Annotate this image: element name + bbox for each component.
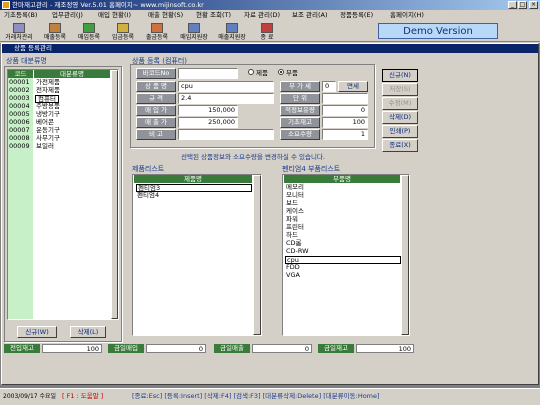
- stock-label: 전입재고: [4, 344, 40, 353]
- menu-sales[interactable]: 매출 현황(S): [148, 10, 183, 21]
- spec-label: 규 격: [136, 93, 176, 104]
- name-field[interactable]: cpu: [178, 81, 274, 92]
- col-product-name[interactable]: 제품명: [134, 175, 252, 183]
- menu-work[interactable]: 업무관리(J): [52, 10, 83, 21]
- menu-homepage[interactable]: 홈페이지(H): [390, 10, 424, 21]
- product-scrollbar[interactable]: [253, 175, 261, 335]
- today-buy-value: 0: [146, 344, 206, 353]
- today-buy-label: 금일매입: [108, 344, 144, 353]
- menu-register[interactable]: 정품등록(E): [340, 10, 373, 21]
- menu-data[interactable]: 자료 관리(D): [244, 10, 280, 21]
- product-list-title: 제품리스트: [132, 165, 165, 173]
- category-title: 상품 대분류명: [6, 57, 47, 65]
- status-shortcuts: [종료:Esc] [등록:Insert] [삭제:F4] [검색:F3] [대분…: [132, 392, 380, 400]
- print-button[interactable]: 인쇄(P): [382, 125, 418, 138]
- new-button[interactable]: 신규(N): [382, 69, 418, 82]
- tool-client[interactable]: 거래처관리: [2, 22, 36, 41]
- vat-label: 부 가 세: [280, 81, 320, 92]
- col-code[interactable]: 코드: [8, 70, 33, 78]
- people-icon: [13, 23, 25, 33]
- part-item-selected[interactable]: cpu: [285, 256, 401, 264]
- safe-stock-label: 적정보유량: [280, 105, 320, 116]
- demo-banner: Demo Version: [378, 23, 498, 39]
- base-stock-field[interactable]: 100: [322, 117, 368, 128]
- status-date: 2003/09/17 수요일: [3, 393, 57, 400]
- base-stock-label: 기초재고: [280, 117, 320, 128]
- vat-field[interactable]: 0: [322, 81, 336, 92]
- delete-button[interactable]: 삭제(D): [382, 111, 418, 124]
- unit-label: 단 위: [280, 93, 320, 104]
- close-form-button[interactable]: 종료(X): [382, 139, 418, 152]
- money-out-icon: [151, 23, 163, 33]
- name-label: 상 품 명: [136, 81, 176, 92]
- truck-icon: [49, 23, 61, 33]
- note-field[interactable]: [178, 129, 274, 140]
- sell-price-label: 매 출 가: [136, 117, 176, 128]
- status-bar: 2003/09/17 수요일 [ F1 : 도움말 ] [종료:Esc] [등록…: [0, 388, 540, 405]
- barcode-field[interactable]: [178, 68, 238, 79]
- unit-field[interactable]: [322, 93, 368, 104]
- tool-exit[interactable]: 종 료: [256, 22, 278, 41]
- save-button[interactable]: 저장(S): [382, 83, 418, 96]
- category-scrollbar[interactable]: [111, 70, 118, 319]
- radio-product[interactable]: [248, 69, 254, 75]
- exit-icon: [261, 23, 273, 33]
- tool-purchase-ledger[interactable]: 매입지원장: [176, 22, 212, 41]
- stock-value: 100: [42, 344, 102, 353]
- col-category-name[interactable]: 대분류명: [34, 70, 110, 78]
- today-sell-value: 0: [252, 344, 312, 353]
- today-stock-value: 100: [356, 344, 414, 353]
- product-item[interactable]: 펜티엄4: [137, 191, 159, 200]
- tool-withdraw[interactable]: 출금등록: [142, 22, 172, 41]
- app-titlebar: 한마재고관리 - 재조정영 Ver.5.01 홈페이지~ www.mijinso…: [0, 0, 540, 10]
- radio-part[interactable]: [278, 69, 284, 75]
- buy-price-label: 매 입 가: [136, 105, 176, 116]
- need-qty-label: 소요수량: [280, 129, 320, 140]
- sell-price-field[interactable]: 250,000: [178, 117, 238, 128]
- safe-stock-field[interactable]: 0: [322, 105, 368, 116]
- ledger-icon: [226, 23, 238, 33]
- today-sell-label: 금일매출: [214, 344, 250, 353]
- col-part-name[interactable]: 부품명: [284, 175, 400, 183]
- radio-product-label: 제품: [256, 69, 268, 77]
- edit-button[interactable]: 수정(M): [382, 97, 418, 110]
- buy-price-field[interactable]: 150,000: [178, 105, 238, 116]
- parts-scrollbar[interactable]: [401, 175, 409, 335]
- category-new-button[interactable]: 신규(W): [17, 326, 57, 338]
- part-item[interactable]: VGA: [286, 271, 300, 280]
- maximize-button[interactable]: □: [518, 1, 527, 9]
- window-title: 상품 등록관리: [2, 44, 538, 53]
- cart-icon: [83, 23, 95, 33]
- tool-sales[interactable]: 매출등록: [40, 22, 70, 41]
- need-qty-field[interactable]: 1: [322, 129, 368, 140]
- category-delete-button[interactable]: 삭제(L): [70, 326, 106, 338]
- menu-basic[interactable]: 기초등록(B): [4, 10, 37, 21]
- note-label: 비 고: [136, 129, 176, 140]
- close-button[interactable]: ×: [529, 1, 538, 9]
- radio-part-label: 부품: [286, 69, 298, 77]
- money-in-icon: [117, 23, 129, 33]
- notice-text: 선택된 상품정보와 소요수량을 변경하실 수 있습니다.: [181, 153, 325, 161]
- vat-type-button[interactable]: 면세: [338, 81, 368, 92]
- today-stock-label: 금일재고: [318, 344, 354, 353]
- list-item[interactable]: 00009 보일러: [9, 142, 54, 151]
- minimize-button[interactable]: _: [508, 1, 517, 9]
- ledger-icon: [188, 23, 200, 33]
- barcode-label: 바코드No: [136, 68, 176, 79]
- tool-sales-ledger[interactable]: 매출지원장: [214, 22, 250, 41]
- menu-status[interactable]: 현황 조회(T): [196, 10, 231, 21]
- tool-purchase[interactable]: 매입등록: [74, 22, 104, 41]
- menu-aux[interactable]: 보조 관리(A): [292, 10, 328, 21]
- parts-list-title: 펜티엄4 부품리스트: [282, 165, 341, 173]
- status-help: [ F1 : 도움말 ]: [62, 392, 104, 400]
- tool-deposit[interactable]: 입금등록: [108, 22, 138, 41]
- spec-field[interactable]: 2.4: [178, 93, 274, 104]
- app-icon: [2, 1, 10, 9]
- menu-purchase[interactable]: 매입 현황(I): [98, 10, 131, 21]
- part-item[interactable]: CD-RW: [286, 247, 309, 256]
- app-title: 한마재고관리 - 재조정영 Ver.5.01 홈페이지~ www.mijinso…: [12, 1, 204, 9]
- menu-bar: 기초등록(B) 업무관리(J) 매입 현황(I) 매출 현황(S) 현황 조회(…: [0, 10, 540, 21]
